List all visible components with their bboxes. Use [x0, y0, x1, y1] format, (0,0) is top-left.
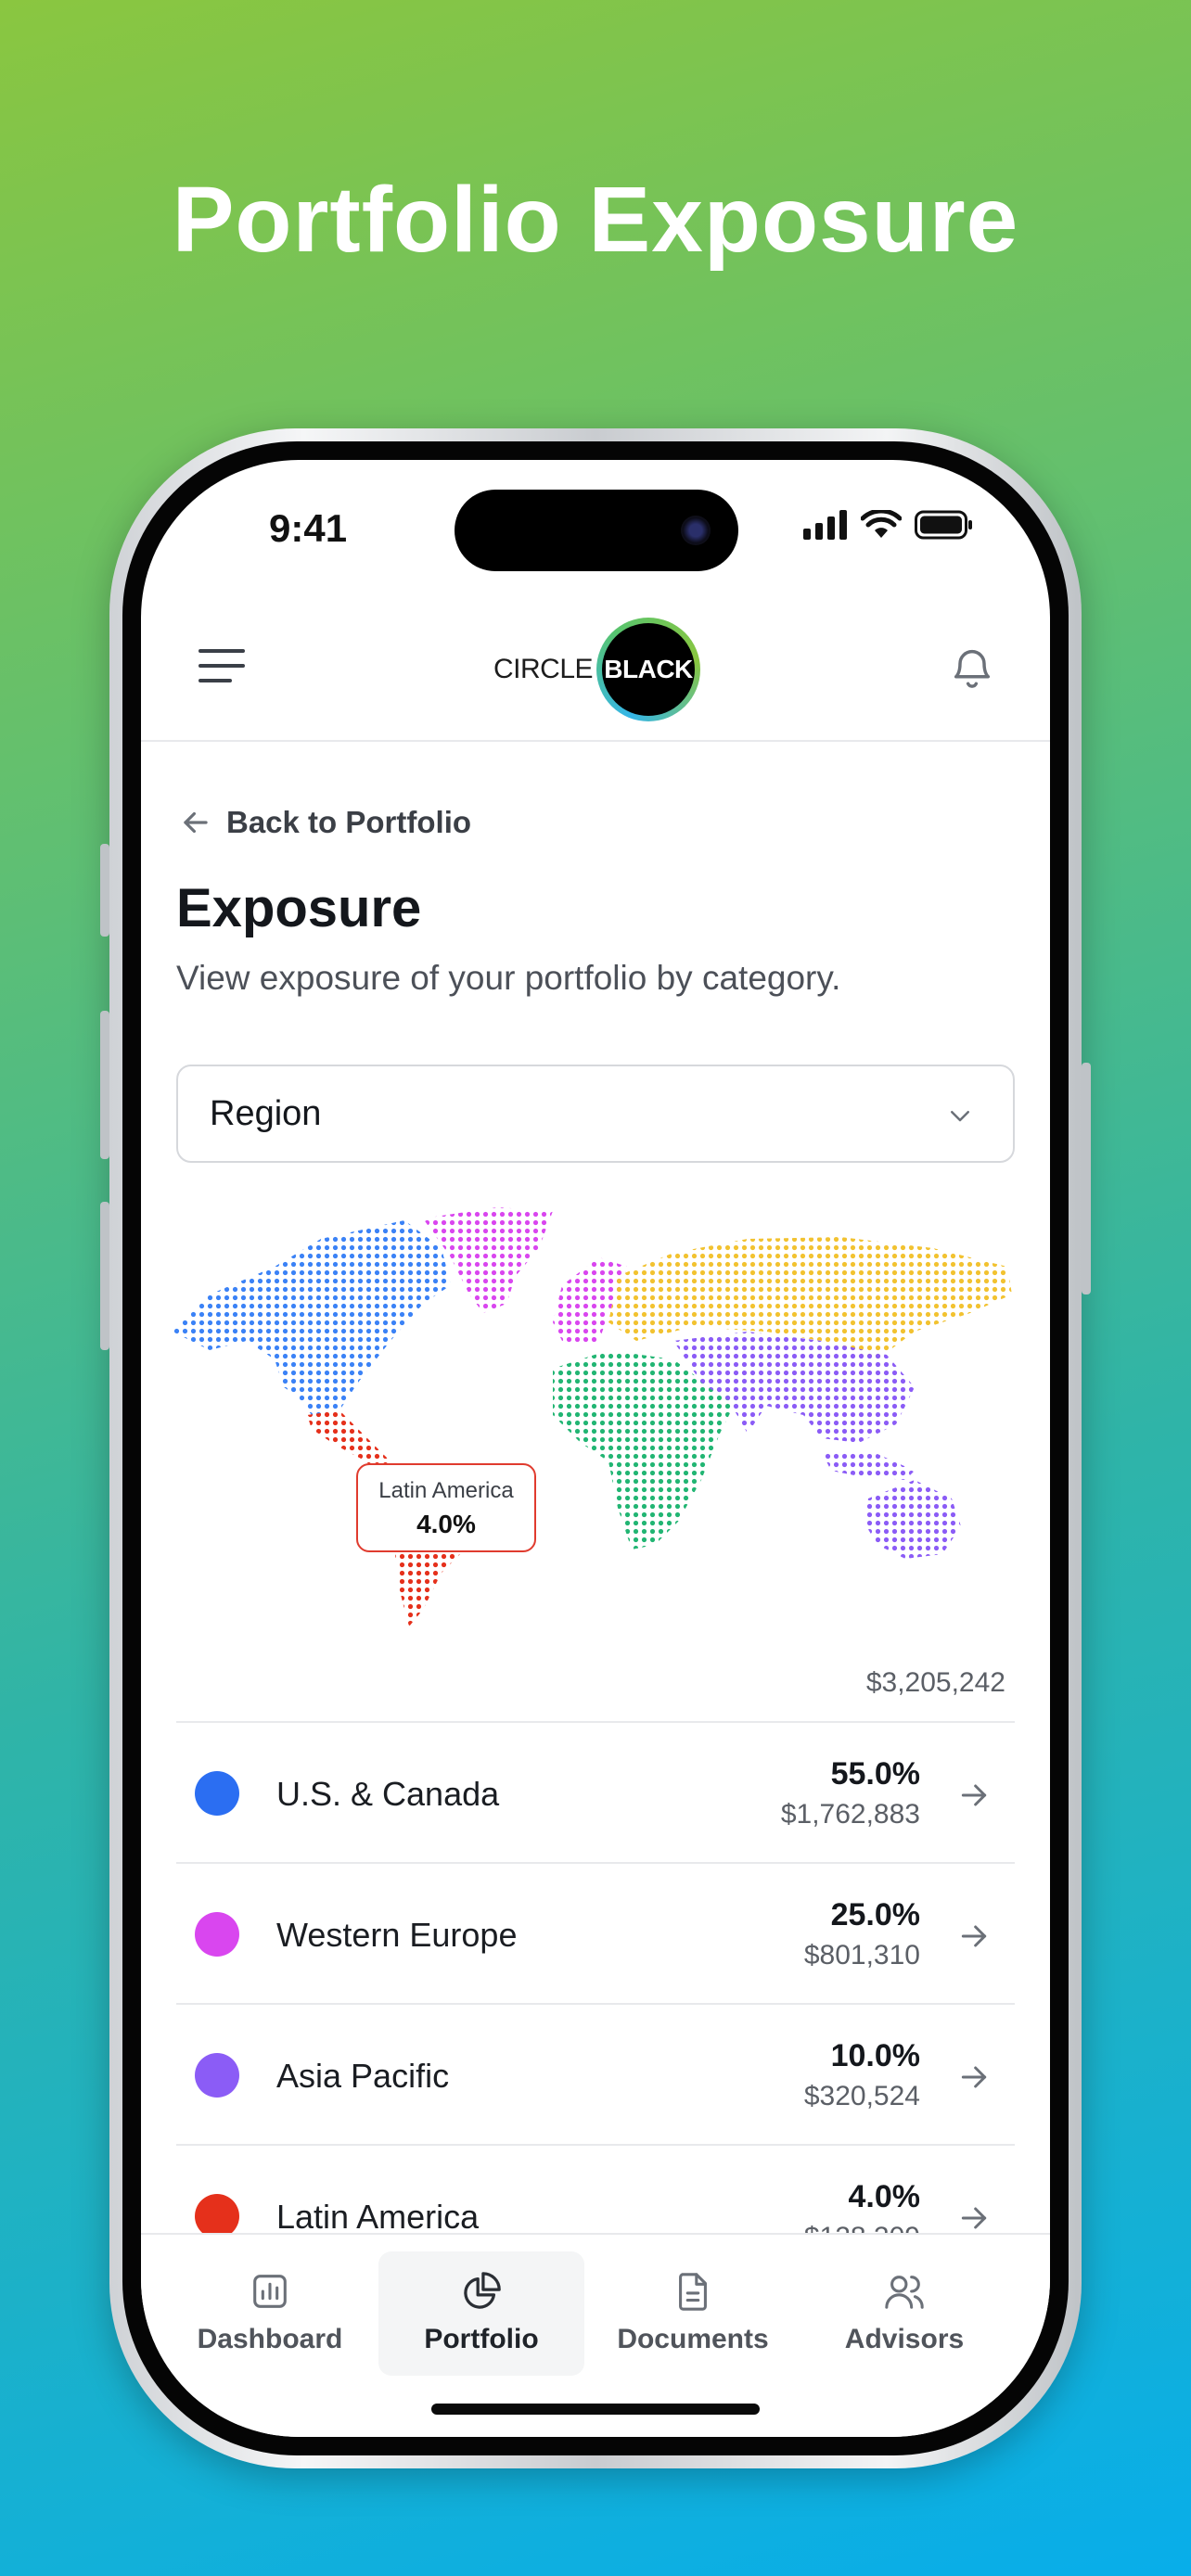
- logo-disc: BLACK: [596, 618, 701, 721]
- phone-volume-up-button: [100, 1011, 109, 1159]
- phone-power-button: [1082, 1063, 1091, 1294]
- region-amount: $801,310: [803, 1940, 920, 1970]
- bar-chart-icon: [253, 2275, 287, 2308]
- total-value: $3,205,242: [865, 1667, 1005, 1698]
- phone-screen: 9:41 CIRCLE BLACK Back to Portfolio Expo…: [141, 460, 1050, 2437]
- region-name: U.S. & Canada: [276, 1775, 500, 1813]
- battery-icon: [915, 510, 972, 540]
- region-percent: 4.0%: [848, 2179, 921, 2214]
- status-icons: [803, 510, 974, 540]
- tab-label: Advisors: [844, 2324, 965, 2354]
- cellular-signal-icon: [803, 510, 847, 540]
- logo-text-black: BLACK: [604, 655, 693, 683]
- page-title: Exposure: [176, 878, 422, 938]
- status-time: 9:41: [269, 506, 348, 550]
- tab-label: Portfolio: [424, 2324, 539, 2354]
- notifications-button[interactable]: [948, 644, 996, 692]
- users-icon: [885, 2276, 924, 2309]
- world-exposure-map: [173, 1207, 1012, 1626]
- region-color-dot: [195, 1912, 239, 1957]
- region-percent: 55.0%: [830, 1756, 920, 1792]
- arrow-right-icon: [961, 1784, 987, 1806]
- region-name: Latin America: [276, 2198, 480, 2236]
- map-region-australia[interactable]: [864, 1480, 961, 1559]
- map-tooltip-percent: 4.0%: [416, 1510, 476, 1538]
- region-name: Asia Pacific: [276, 2057, 450, 2095]
- dynamic-island: [455, 490, 738, 571]
- region-amount: $320,524: [803, 2081, 920, 2111]
- wifi-icon: [861, 510, 902, 538]
- region-list: U.S. & Canada 55.0% $1,762,883 Western E…: [176, 1721, 1015, 2285]
- region-row-western-europe[interactable]: Western Europe 25.0% $801,310: [176, 1862, 1015, 2003]
- circleblack-logo: CIRCLE BLACK: [493, 614, 701, 725]
- tab-documents[interactable]: Documents: [590, 2251, 796, 2376]
- bottom-tab-bar: Dashboard Portfolio Documents Advisors: [141, 2233, 1050, 2437]
- bell-icon: [954, 649, 991, 688]
- back-link-label: Back to Portfolio: [226, 805, 472, 839]
- region-amount: $1,762,883: [780, 1799, 920, 1830]
- map-tooltip: Latin America 4.0%: [356, 1463, 536, 1552]
- arrow-right-icon: [961, 2066, 987, 2088]
- category-select[interactable]: Region: [176, 1065, 1015, 1163]
- map-region-us-canada[interactable]: [173, 1220, 451, 1415]
- region-row-us-canada[interactable]: U.S. & Canada 55.0% $1,762,883: [176, 1721, 1015, 1862]
- map-tooltip-region: Latin America: [378, 1478, 514, 1503]
- chevron-down-icon: [951, 1111, 969, 1122]
- back-to-portfolio-link[interactable]: Back to Portfolio: [178, 805, 471, 840]
- arrow-right-icon: [961, 1925, 987, 1947]
- region-percent: 10.0%: [830, 2038, 920, 2073]
- region-name: Western Europe: [276, 1916, 518, 1954]
- pie-chart-icon: [464, 2272, 501, 2309]
- arrow-left-icon: [184, 811, 208, 834]
- tab-portfolio[interactable]: Portfolio: [378, 2251, 584, 2376]
- region-color-dot: [195, 2053, 239, 2098]
- phone-volume-down-button: [100, 1202, 109, 1350]
- logo-text-circle: CIRCLE: [493, 654, 594, 684]
- region-color-dot: [195, 1771, 239, 1816]
- app-header: CIRCLE BLACK: [141, 599, 1050, 742]
- region-color-dot: [195, 2194, 239, 2238]
- tab-label: Dashboard: [197, 2324, 343, 2354]
- tab-advisors[interactable]: Advisors: [801, 2251, 1007, 2376]
- region-row-asia-pacific[interactable]: Asia Pacific 10.0% $320,524: [176, 2003, 1015, 2144]
- map-region-indonesia[interactable]: [822, 1452, 915, 1480]
- tab-label: Documents: [617, 2324, 769, 2354]
- document-icon: [679, 2273, 707, 2311]
- home-indicator[interactable]: [431, 2404, 760, 2415]
- region-percent: 25.0%: [830, 1897, 920, 1932]
- page-subtitle: View exposure of your portfolio by categ…: [176, 959, 841, 997]
- phone-action-button: [100, 844, 109, 937]
- category-select-value: Region: [210, 1093, 322, 1133]
- menu-button[interactable]: [198, 647, 247, 684]
- headline: Portfolio Exposure: [172, 168, 1019, 272]
- tab-dashboard[interactable]: Dashboard: [167, 2251, 373, 2376]
- arrow-right-icon: [961, 2207, 987, 2229]
